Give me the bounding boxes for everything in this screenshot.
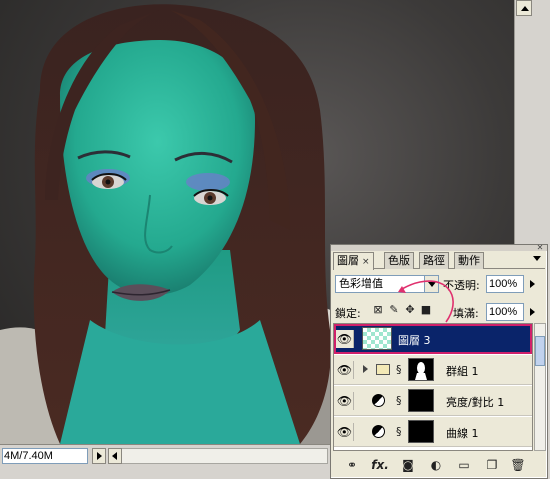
status-menu-arrow-icon[interactable]: [92, 448, 106, 464]
tab-actions[interactable]: 動作: [454, 252, 484, 269]
panel-tabs: 圖層 × 色版 路徑 動作: [333, 252, 545, 270]
tab-channels[interactable]: 色版: [384, 252, 414, 269]
folder-icon: [376, 364, 390, 375]
layer-name: 曲線 1: [446, 427, 479, 440]
adjustment-layer-icon: [372, 394, 385, 407]
new-layer-icon[interactable]: ❐: [483, 456, 501, 474]
layers-scroll-thumb[interactable]: [535, 336, 545, 366]
link-icon: §: [396, 394, 402, 407]
layers-scrollbar[interactable]: [534, 323, 546, 451]
scroll-up-button[interactable]: [516, 0, 532, 16]
layer-row-curves[interactable]: 👁 § 曲線 1: [334, 417, 532, 447]
opacity-slider-arrow-icon[interactable]: [527, 275, 539, 293]
layer-thumbnail: [362, 327, 392, 350]
layer-mask-thumbnail: [408, 358, 434, 381]
adjustment-icon[interactable]: ◐: [427, 456, 445, 474]
tab-actions-label: 動作: [458, 254, 480, 267]
horizontal-scrollbar[interactable]: [108, 448, 328, 464]
fill-slider-arrow-icon[interactable]: [527, 303, 539, 321]
layers-list: 👁 圖層 3 👁 § 群組 1 👁 § 亮度/對比 1 👁 § 曲線 1: [333, 323, 533, 451]
eye-icon[interactable]: 👁: [336, 392, 354, 410]
layer-name: 亮度/對比 1: [446, 396, 505, 409]
blend-mode-value: 色彩增值: [339, 277, 383, 290]
link-icon: §: [396, 425, 402, 438]
layer-row-brightness-contrast[interactable]: 👁 § 亮度/對比 1: [334, 386, 532, 416]
eye-icon[interactable]: 👁: [336, 330, 354, 348]
layer-name: 群組 1: [446, 365, 479, 378]
document-size-readout: 4M/7.40M: [2, 448, 88, 464]
trash-icon[interactable]: 🗑: [509, 456, 527, 474]
lock-label: 鎖定:: [335, 307, 361, 320]
layers-bottom-toolbar: ⚭ fx. ◙ ◐ ▭ ❐ 🗑: [333, 454, 545, 476]
link-layers-icon[interactable]: ⚭: [343, 456, 361, 474]
chevron-down-icon[interactable]: [424, 276, 438, 292]
panel-menu-icon[interactable]: [532, 254, 544, 264]
layer-mask-thumbnail: [408, 420, 434, 443]
opacity-label: 不透明:: [443, 279, 480, 292]
lock-transparent-icon[interactable]: ⊠: [371, 303, 385, 317]
folder-icon[interactable]: ▭: [455, 456, 473, 474]
panel-titlebar[interactable]: ✕: [331, 244, 547, 252]
scroll-left-button[interactable]: [108, 448, 122, 464]
mask-icon[interactable]: ◙: [399, 456, 417, 474]
blend-mode-select[interactable]: 色彩增值: [335, 275, 439, 293]
expand-arrow-icon[interactable]: [362, 364, 370, 374]
tab-paths[interactable]: 路徑: [419, 252, 449, 269]
tab-paths-label: 路徑: [423, 254, 445, 267]
layers-panel: ✕ 圖層 × 色版 路徑 動作 色彩增值 不透明: 100% 鎖定: ⊠ ✎ ✥ …: [330, 244, 548, 479]
eye-icon[interactable]: 👁: [336, 361, 354, 379]
tab-close-icon[interactable]: ×: [362, 257, 370, 267]
panel-close-icon[interactable]: ✕: [535, 244, 545, 252]
tab-layers-label: 圖層: [337, 254, 359, 267]
layer-row-layer3[interactable]: 👁 圖層 3: [334, 324, 532, 354]
lock-move-icon[interactable]: ✥: [403, 303, 417, 317]
tab-layers[interactable]: 圖層 ×: [333, 252, 374, 270]
fill-label: 填滿:: [453, 307, 479, 320]
eye-icon[interactable]: 👁: [336, 423, 354, 441]
adjustment-layer-icon: [372, 425, 385, 438]
fill-input[interactable]: 100%: [486, 303, 524, 321]
layer-mask-thumbnail: [408, 389, 434, 412]
tab-channels-label: 色版: [388, 254, 410, 267]
layer-row-group1[interactable]: 👁 § 群組 1: [334, 355, 532, 385]
lock-paint-icon[interactable]: ✎: [387, 303, 401, 317]
opacity-input[interactable]: 100%: [486, 275, 524, 293]
fx-icon[interactable]: fx.: [371, 456, 389, 474]
layer-name: 圖層 3: [398, 334, 431, 347]
link-icon: §: [396, 363, 402, 376]
lock-all-icon[interactable]: ■: [419, 303, 433, 317]
